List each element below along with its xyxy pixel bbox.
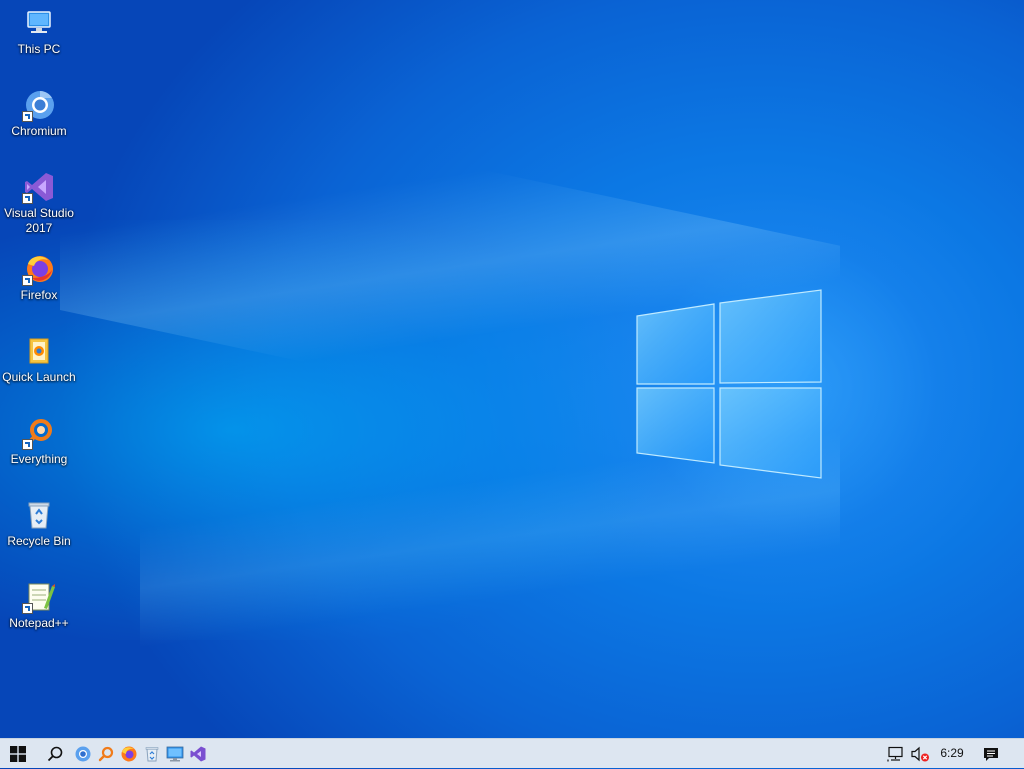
shortcut-arrow-icon	[22, 275, 33, 286]
desktop-icon-label: Recycle Bin	[7, 534, 71, 548]
recycle-bin-icon	[145, 747, 159, 762]
search-button[interactable]	[40, 739, 70, 769]
shortcut-arrow-icon	[22, 193, 33, 204]
firefox-icon	[22, 252, 56, 286]
shortcut-arrow-icon	[22, 439, 33, 450]
recycle-bin-icon	[22, 498, 56, 532]
shortcut-arrow-icon	[22, 111, 33, 122]
desktop-icon-notepad-plus-plus[interactable]: Notepad++	[0, 580, 78, 631]
desktop-icon-recycle-bin[interactable]: Recycle Bin	[0, 498, 78, 549]
taskbar: 6:29	[0, 738, 1024, 768]
everything-icon	[98, 746, 114, 762]
windows-logo-wallpaper	[636, 289, 822, 479]
desktop-icon-label: Notepad++	[9, 616, 69, 630]
everything-icon	[22, 416, 56, 450]
this-pc-icon	[22, 6, 56, 40]
taskbar-visual-studio[interactable]	[187, 739, 209, 769]
taskbar-firefox[interactable]	[118, 739, 140, 769]
quick-launch-icon	[22, 334, 56, 368]
desktop-icon-chromium[interactable]: Chromium	[0, 88, 78, 139]
visual-studio-icon	[190, 746, 206, 762]
firefox-icon	[121, 746, 137, 762]
desktop-icon-visual-studio[interactable]: Visual Studio 2017	[0, 170, 78, 236]
network-disconnected-icon	[887, 746, 903, 762]
windows-start-icon	[10, 746, 26, 762]
desktop-icon-firefox[interactable]: Firefox	[0, 252, 78, 303]
desktop-icon-label: Chromium	[11, 124, 67, 138]
monitor-icon	[166, 746, 184, 762]
chromium-icon	[75, 746, 91, 762]
notepad-plus-plus-icon	[22, 580, 56, 614]
desktop-icon-label: Everything	[10, 452, 68, 466]
shortcut-arrow-icon	[22, 603, 33, 614]
tray-network[interactable]	[884, 739, 908, 769]
desktop-icon-this-pc[interactable]: This PC	[0, 6, 78, 57]
action-center-icon	[984, 748, 998, 761]
chromium-icon	[22, 88, 56, 122]
desktop-icon-label: This PC	[17, 42, 61, 56]
taskbar-chromium[interactable]	[72, 739, 94, 769]
taskbar-this-pc[interactable]	[164, 739, 186, 769]
desktop-icon-quick-launch[interactable]: Quick Launch	[0, 334, 78, 385]
desktop-icon-everything[interactable]: Everything	[0, 416, 78, 467]
volume-muted-icon	[911, 746, 929, 762]
action-center-button[interactable]	[978, 739, 1004, 769]
start-button[interactable]	[0, 739, 36, 769]
taskbar-clock[interactable]: 6:29	[932, 739, 972, 769]
desktop-icon-label: Visual Studio 2017	[4, 206, 74, 235]
desktop-icon-label: Quick Launch	[2, 370, 76, 384]
desktop-icon-label: Firefox	[20, 288, 58, 302]
tray-volume[interactable]	[908, 739, 932, 769]
search-icon	[47, 746, 63, 762]
visual-studio-icon	[22, 170, 56, 204]
taskbar-recycle-bin[interactable]	[141, 739, 163, 769]
taskbar-everything[interactable]	[95, 739, 117, 769]
desktop: This PC Chromium Visual Studio 2017 Fire…	[0, 0, 1024, 738]
